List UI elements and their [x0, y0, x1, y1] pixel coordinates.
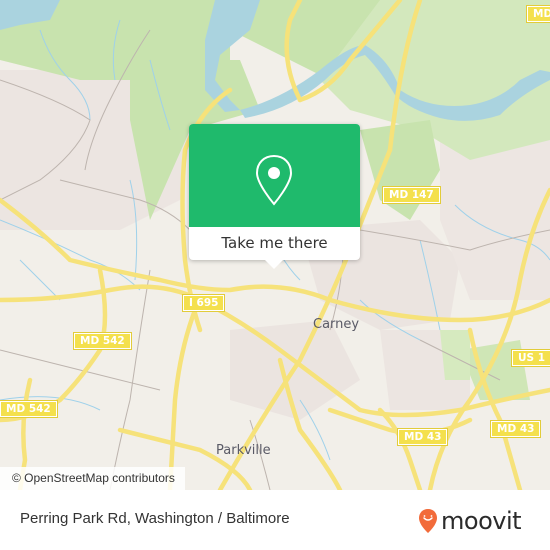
- take-me-there-button[interactable]: Take me there: [189, 227, 360, 260]
- map-view[interactable]: I 695 I 695 MD 542 MD 542 MD 147 US 1 MD…: [0, 0, 550, 490]
- location-title: Perring Park Rd, Washington / Baltimore: [20, 510, 290, 527]
- route-shield: US 1: [510, 349, 550, 367]
- place-label-parkville: Parkville: [216, 443, 271, 458]
- route-shield: MD 43: [396, 428, 449, 446]
- forest-area: [440, 330, 470, 380]
- moovit-pin-icon: [419, 509, 437, 533]
- route-shield: MD 542: [73, 332, 132, 350]
- map-pin-icon: [255, 154, 293, 206]
- route-shield: MD 542: [0, 400, 58, 418]
- location-popup: Take me there: [189, 124, 360, 269]
- brand-name: moovit: [441, 507, 522, 535]
- route-shield: MD 43: [489, 420, 542, 438]
- route-shield: I 695: [181, 294, 226, 312]
- map-attribution[interactable]: © OpenStreetMap contributors: [0, 467, 185, 490]
- moovit-logo[interactable]: moovit: [418, 507, 522, 535]
- route-shield: MD 147: [382, 186, 441, 204]
- popup-pointer: [265, 260, 283, 269]
- route-shield: MD: [525, 5, 550, 23]
- attribution-text: © OpenStreetMap contributors: [12, 471, 175, 485]
- place-label-carney: Carney: [313, 317, 360, 332]
- popup-header: [189, 124, 360, 227]
